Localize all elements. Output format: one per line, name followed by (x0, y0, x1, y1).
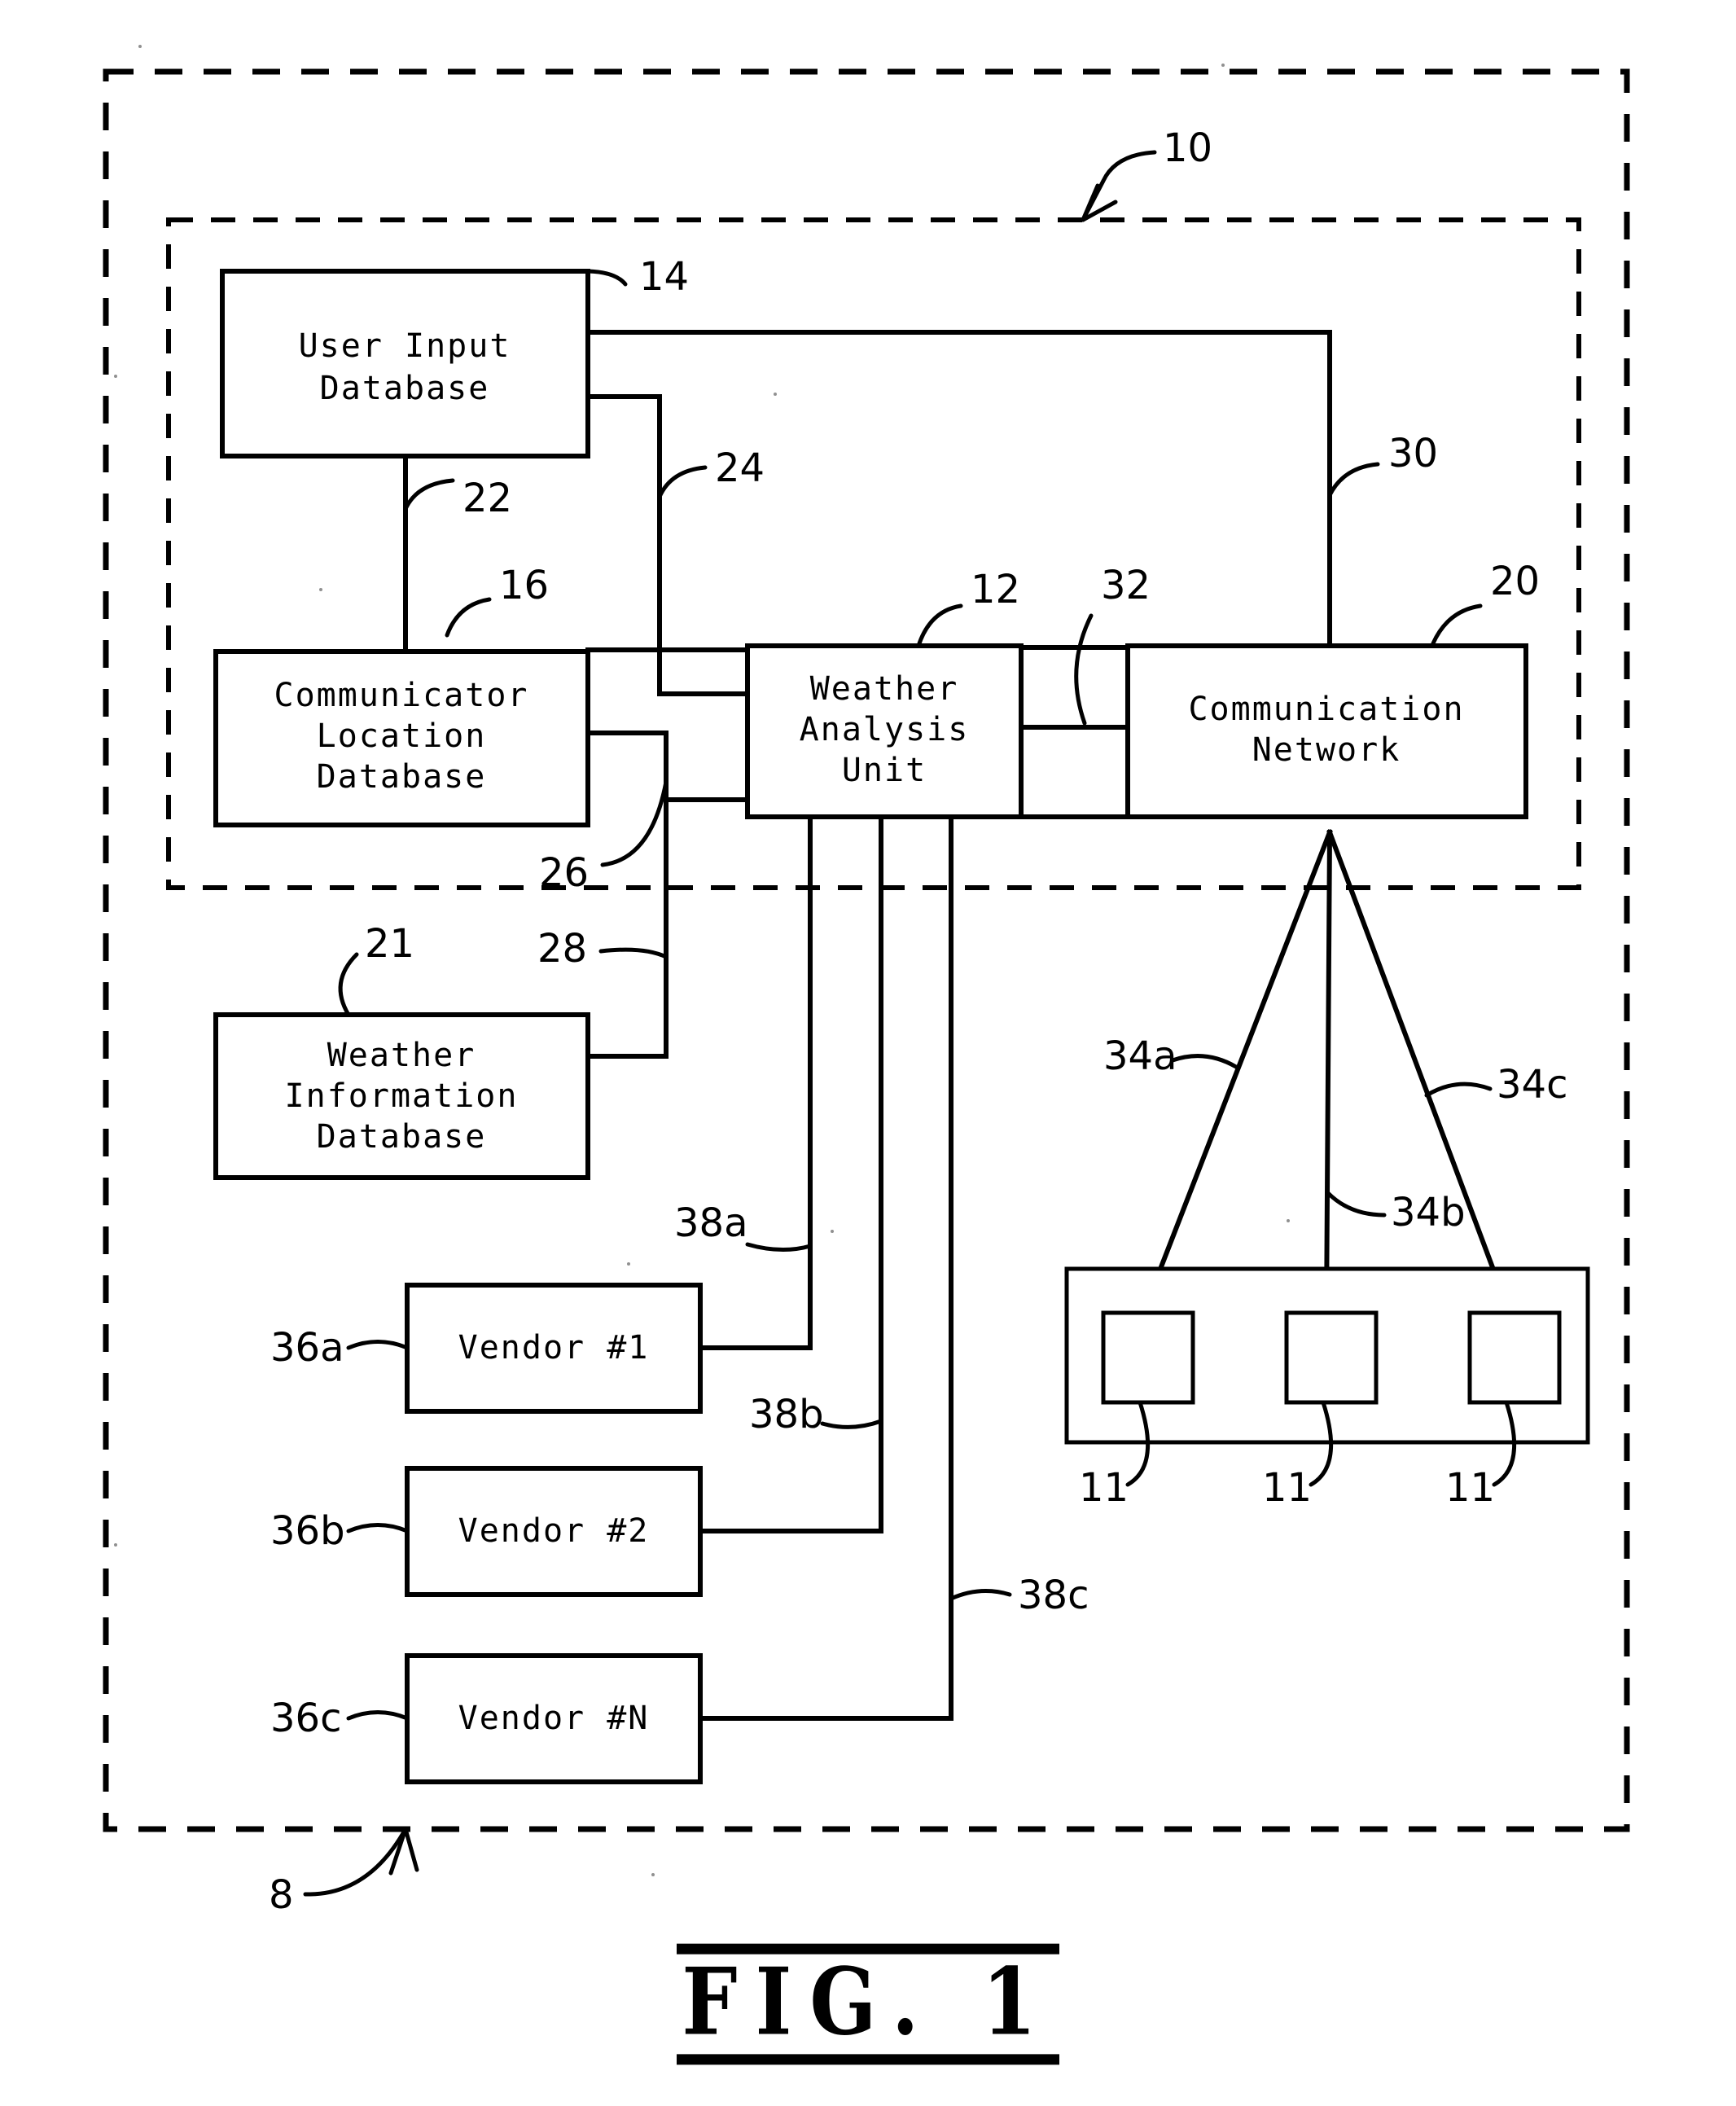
ref-36a: 36a (270, 1325, 344, 1371)
figure-1-diagram: User Input Database Communicator Locatio… (103, 68, 1630, 1918)
ref-8: 8 (269, 1872, 294, 1918)
leader-ref-12 (916, 603, 963, 648)
ref-26: 26 (539, 850, 589, 896)
leader-ref-36b (346, 1523, 410, 1533)
block-communicator-location-database-line-3: Database (317, 758, 487, 796)
figure-caption: FIG. 1 (677, 1943, 1059, 2065)
ref-36b: 36b (270, 1508, 345, 1554)
ref-32: 32 (1101, 563, 1151, 608)
scan-speck (319, 588, 322, 591)
block-communicator-location-database-line-1: Communicator (274, 677, 529, 714)
ref-36c: 36c (270, 1696, 341, 1741)
ref-11-device-1: 11 (1079, 1465, 1129, 1511)
ref-22: 22 (462, 476, 512, 521)
ref-34b: 34b (1391, 1190, 1466, 1235)
figure-caption-container: FIG. 1 (0, 1943, 1736, 2065)
scan-speck (114, 1543, 117, 1547)
wire-26-commloc-to-weatherunit (585, 731, 669, 874)
block-weather-analysis-unit-line-3: Unit (842, 752, 927, 789)
leader-ref-22 (403, 478, 455, 511)
communicator-device-3[interactable] (1467, 1310, 1562, 1405)
ref-38b: 38b (749, 1392, 824, 1437)
block-communication-network-line-1: Communication (1188, 691, 1464, 728)
block-weather-analysis-unit-line-2: Analysis (800, 711, 970, 748)
block-weather-information-database-line-1: Weather (327, 1037, 476, 1074)
communicator-device-1[interactable] (1101, 1310, 1195, 1405)
leader-ref-36a (346, 1340, 410, 1350)
block-user-input-database-line-2: Database (320, 370, 490, 407)
ref-11-device-2: 11 (1262, 1465, 1312, 1511)
scan-speck (1287, 1219, 1290, 1222)
leader-ref-10 (1081, 150, 1157, 222)
wire-34c-network-to-device-3 (1326, 829, 1514, 1318)
scan-speck (651, 1873, 655, 1876)
ref-14: 14 (639, 254, 689, 300)
leader-ref-8-arrowhead (388, 1827, 419, 1876)
ref-38a: 38a (674, 1200, 748, 1246)
wire-32-network-stub-bottom (1019, 725, 1130, 819)
leader-ref-38b (820, 1419, 883, 1429)
leader-ref-34a (1170, 1054, 1238, 1069)
wire-38c-vendorN-to-weatherunit (698, 814, 953, 1721)
block-user-input-database-line-1: User Input (299, 327, 511, 365)
ref-34a: 34a (1103, 1033, 1177, 1079)
scan-speck (774, 393, 777, 396)
leader-ref-38c (949, 1589, 1012, 1601)
leader-ref-32 (1074, 613, 1094, 726)
leader-ref-30 (1327, 462, 1380, 498)
leader-ref-38a (745, 1242, 813, 1253)
ref-21: 21 (365, 921, 414, 967)
block-vendor-2-label: Vendor #2 (458, 1512, 650, 1550)
wire-32-network-stub-top (1019, 645, 1130, 730)
leader-ref-24 (657, 465, 708, 499)
wire-28-weatherinfo-to-weatherunit (585, 797, 750, 1059)
leader-ref-26 (600, 779, 669, 867)
leader-ref-14 (585, 269, 628, 287)
ref-11-device-3: 11 (1445, 1465, 1495, 1511)
block-communicator-location-database-line-2: Location (317, 717, 487, 755)
wire-38a-vendor1-to-weatherunit (698, 814, 813, 1350)
leader-ref-20 (1431, 603, 1483, 646)
block-weather-analysis-unit-line-1: Weather (810, 670, 959, 708)
leader-ref-16 (445, 597, 492, 638)
leader-ref-36c (346, 1710, 410, 1721)
ref-12: 12 (971, 567, 1020, 612)
leader-ref-21 (338, 952, 359, 1017)
scan-speck (114, 375, 117, 378)
leader-ref-28 (598, 947, 669, 959)
scan-speck (138, 45, 142, 48)
leader-ref-8 (303, 1827, 408, 1897)
block-vendor-n-label: Vendor #N (458, 1700, 650, 1737)
communicator-device-2[interactable] (1284, 1310, 1379, 1405)
leader-ref-34c (1424, 1082, 1493, 1098)
ref-16: 16 (499, 563, 549, 608)
block-communication-network-line-2: Network (1252, 731, 1401, 769)
scan-speck (627, 1262, 630, 1266)
block-weather-information-database-line-3: Database (317, 1118, 487, 1156)
ref-20: 20 (1490, 559, 1540, 604)
scan-speck (831, 1230, 834, 1233)
patent-figure-sheet: User Input Database Communicator Locatio… (0, 0, 1736, 2106)
block-vendor-1-label: Vendor #1 (458, 1329, 650, 1367)
ref-34c: 34c (1497, 1062, 1567, 1108)
ref-24: 24 (715, 445, 765, 491)
wire-34b-network-to-device-2 (1323, 829, 1333, 1318)
block-weather-information-database-line-2: Information (285, 1077, 519, 1115)
ref-10: 10 (1163, 125, 1212, 171)
ref-30: 30 (1388, 431, 1438, 476)
leader-ref-34b (1326, 1191, 1387, 1218)
ref-38c: 38c (1018, 1573, 1089, 1618)
wire-30-userinput-to-network (585, 330, 1332, 650)
ref-28: 28 (537, 926, 587, 972)
scan-speck (1221, 64, 1225, 67)
